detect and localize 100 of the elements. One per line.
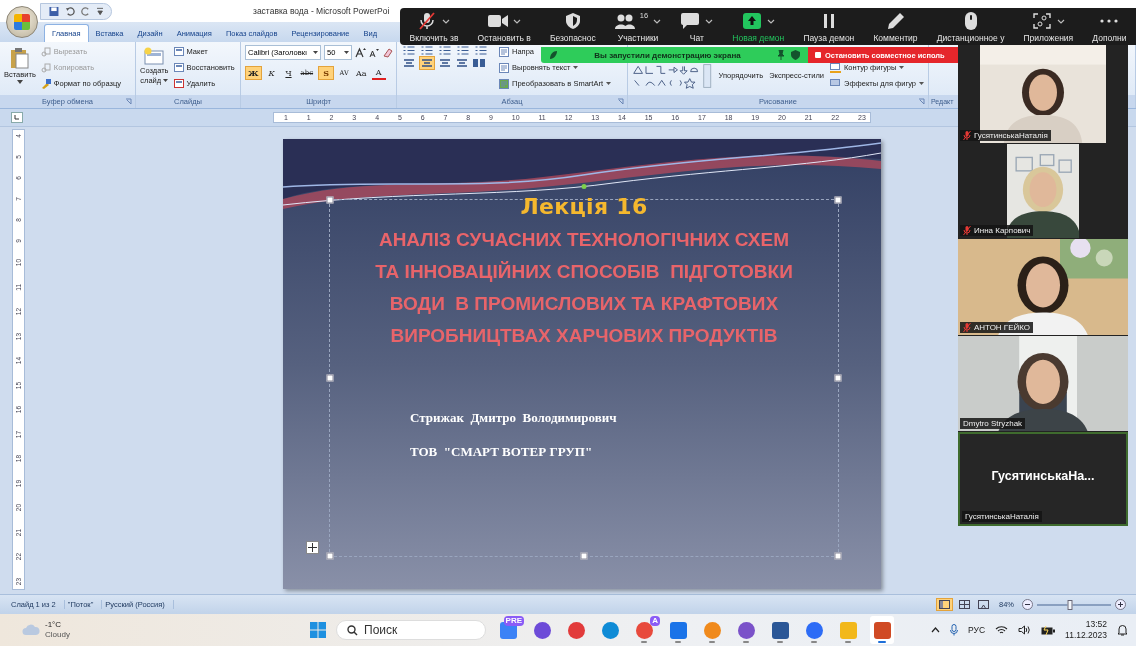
list-icon[interactable] bbox=[456, 45, 471, 56]
caret-icon bbox=[16, 80, 23, 84]
shrink-font-icon[interactable] bbox=[369, 47, 379, 58]
participant-tile[interactable]: ГусятинськаНа... ГусятинськаНаталія bbox=[958, 432, 1128, 526]
zoom-out-icon[interactable] bbox=[1022, 599, 1033, 610]
app-icon bbox=[805, 621, 823, 639]
dialog-launcher-icon[interactable] bbox=[918, 98, 925, 105]
align-button[interactable] bbox=[402, 57, 416, 69]
align-button[interactable] bbox=[455, 57, 469, 69]
people-icon bbox=[614, 12, 635, 30]
app-icon bbox=[635, 621, 653, 639]
office-button[interactable] bbox=[6, 6, 38, 38]
caret-icon[interactable] bbox=[705, 18, 714, 24]
format-button[interactable]: К bbox=[264, 67, 279, 79]
dialog-launcher-icon[interactable] bbox=[617, 98, 624, 105]
pin-icon[interactable] bbox=[777, 50, 785, 60]
list-icon[interactable] bbox=[402, 45, 417, 56]
meeting-control-button[interactable]: Приложения bbox=[1013, 8, 1083, 45]
participant-name-label: ГусятинськаНаталія bbox=[960, 130, 1051, 141]
layout-icon bbox=[173, 47, 184, 56]
resize-handle[interactable] bbox=[326, 374, 334, 382]
save-icon[interactable] bbox=[49, 5, 59, 17]
slide[interactable]: Лекція 16 АНАЛІЗ СУЧАСНИХ ТЕХНОЛОГІЧНИХ СХЕМ ТА ІННОВАЦІЙНИХ СПОСОБІВ ПІДГОТОВКИ ВОДИ В ПРОМИСЛОВИХ ТА КРАФТОВИХ ВИРОБНИЦТВАХ ХАРЧОВИХ ПРОДУКТІВ Стрижак Дмитро Володимирович ТОВ "СМАРТ ВОТЕР ГРУП" bbox=[283, 139, 881, 589]
format-button[interactable]: Aa bbox=[354, 67, 369, 79]
resize-handle[interactable] bbox=[834, 374, 842, 382]
search-input[interactable]: Поиск bbox=[364, 623, 474, 637]
caret-icon bbox=[899, 66, 905, 69]
start-icon[interactable] bbox=[310, 622, 326, 638]
align-icon bbox=[457, 59, 467, 67]
taskbar-app-button[interactable] bbox=[870, 616, 894, 644]
resize-handle[interactable] bbox=[834, 552, 842, 560]
shield-icon[interactable] bbox=[791, 50, 800, 60]
caret-icon[interactable] bbox=[653, 18, 662, 24]
format-button[interactable]: Ж bbox=[245, 66, 262, 80]
rotate-handle[interactable] bbox=[581, 184, 587, 189]
resize-handle[interactable] bbox=[580, 552, 588, 560]
undo-icon[interactable] bbox=[64, 5, 75, 17]
search-field[interactable]: Поиск bbox=[336, 620, 486, 640]
format-button[interactable]: S bbox=[318, 66, 335, 80]
columns-icon[interactable] bbox=[472, 58, 486, 68]
speaker-icon[interactable] bbox=[1018, 625, 1032, 635]
grow-font-icon[interactable] bbox=[355, 47, 366, 58]
paste-options-icon[interactable] bbox=[306, 541, 319, 554]
zoom-in-icon[interactable] bbox=[1115, 599, 1126, 610]
meeting-control-button[interactable]: Остановить в bbox=[468, 8, 541, 45]
meeting-control-button[interactable]: Комментир bbox=[863, 8, 928, 45]
caret-icon bbox=[163, 79, 169, 82]
caret-icon[interactable] bbox=[96, 6, 103, 16]
dialog-launcher-icon[interactable] bbox=[125, 98, 132, 105]
format-button[interactable]: Ч bbox=[281, 67, 296, 79]
caret-icon bbox=[313, 51, 318, 54]
app-icon bbox=[703, 621, 721, 639]
align-button[interactable] bbox=[419, 56, 435, 70]
meeting-control-button[interactable]: Дистанционное у bbox=[927, 8, 1014, 45]
tab-selector-icon[interactable] bbox=[11, 112, 23, 123]
view-button[interactable] bbox=[976, 599, 991, 610]
apps-icon bbox=[1031, 12, 1052, 30]
microphone-icon[interactable] bbox=[950, 624, 959, 636]
meeting-control-button[interactable]: Безопаснос bbox=[540, 8, 606, 45]
muted-microphone-icon bbox=[417, 12, 438, 30]
caret-icon bbox=[606, 82, 611, 85]
app-icon bbox=[669, 621, 687, 639]
caret-icon[interactable] bbox=[1056, 18, 1065, 24]
caret-icon[interactable] bbox=[512, 18, 521, 24]
meeting-control-button[interactable]: Дополни bbox=[1082, 8, 1136, 45]
notification-bell-icon[interactable] bbox=[1117, 624, 1128, 636]
meeting-control-button[interactable]: Пауза демон bbox=[793, 8, 864, 45]
resize-handle[interactable] bbox=[326, 196, 334, 204]
list-icon[interactable] bbox=[420, 45, 435, 56]
list-icon[interactable] bbox=[474, 45, 489, 56]
clock-time[interactable]: 13:52 bbox=[1085, 619, 1107, 630]
chevron-up-icon[interactable] bbox=[931, 627, 941, 633]
wifi-icon[interactable] bbox=[995, 625, 1009, 635]
resize-handle[interactable] bbox=[326, 552, 334, 560]
meeting-control-button[interactable]: Чат bbox=[670, 8, 723, 45]
brush-icon bbox=[40, 78, 51, 89]
participant-name-label: Инна Карпович bbox=[960, 225, 1034, 236]
meeting-control-button[interactable]: Включить зв bbox=[400, 8, 468, 45]
battery-icon[interactable] bbox=[1041, 625, 1056, 635]
view-button[interactable] bbox=[957, 599, 972, 610]
list-icon[interactable] bbox=[438, 45, 453, 56]
shape-outline-icon bbox=[830, 62, 841, 73]
app-icon bbox=[737, 621, 755, 639]
meeting-control-button[interactable]: Новая демон bbox=[722, 8, 794, 45]
resize-handle[interactable] bbox=[834, 196, 842, 204]
caret-icon bbox=[919, 82, 924, 85]
clipboard-icon bbox=[9, 47, 30, 69]
language-indicator[interactable]: РУС bbox=[968, 625, 986, 635]
clock-date[interactable]: 11.12.2023 bbox=[1065, 630, 1107, 641]
author-name: Стрижак Дмитро Володимирович bbox=[410, 410, 617, 426]
shapes-gallery-drawing[interactable] bbox=[632, 61, 713, 91]
format-button[interactable]: A bbox=[371, 66, 386, 80]
weather-condition: Cloudy bbox=[45, 630, 70, 640]
slider-thumb[interactable] bbox=[1067, 599, 1073, 610]
eraser-icon[interactable] bbox=[382, 47, 394, 58]
align-button[interactable] bbox=[438, 57, 452, 69]
view-button[interactable] bbox=[936, 598, 953, 611]
redo-icon[interactable] bbox=[80, 5, 91, 17]
caret-icon[interactable] bbox=[766, 18, 775, 24]
caret-icon[interactable] bbox=[442, 18, 451, 24]
